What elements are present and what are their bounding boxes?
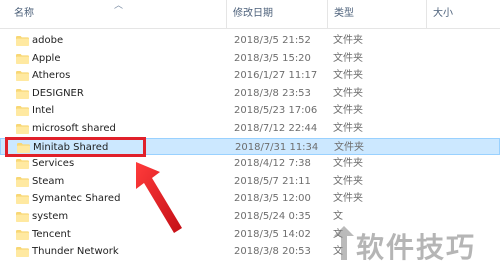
file-type: 文件夹 (333, 105, 363, 117)
folder-icon (16, 106, 29, 117)
list-item[interactable]: Atheros 2016/1/27 11:17 文件夹 (0, 67, 500, 85)
file-date: 2016/1/27 11:17 (234, 70, 318, 82)
file-name: microsoft shared (32, 122, 116, 134)
list-item[interactable]: system 2018/5/24 0:35 文 (0, 208, 500, 226)
file-date: 2018/5/24 0:35 (234, 210, 311, 222)
list-item[interactable]: adobe 2018/3/5 21:52 文件夹 (0, 32, 500, 50)
file-name: system (32, 210, 69, 222)
file-name: DESIGNER (32, 87, 84, 99)
file-name: Steam (32, 175, 65, 187)
file-explorer-window: ︿ 名称 修改日期 类型 大小 adobe 2018/3/5 21:52 文件夹… (0, 0, 500, 279)
file-date: 2018/3/8 23:53 (234, 87, 311, 99)
file-date: 2018/7/12 22:44 (234, 122, 318, 134)
column-divider[interactable] (226, 0, 227, 28)
list-item[interactable]: Apple 2018/3/5 15:20 文件夹 (0, 50, 500, 68)
list-item[interactable]: DESIGNER 2018/3/8 23:53 文件夹 (0, 85, 500, 103)
folder-icon (16, 159, 29, 170)
column-header-bar: ︿ 名称 修改日期 类型 大小 (0, 0, 500, 29)
file-date: 2018/3/5 15:20 (234, 52, 311, 64)
file-name: Symantec Shared (32, 193, 121, 205)
file-date: 2018/4/12 7:38 (234, 158, 311, 170)
file-type: 文件夹 (333, 35, 363, 46)
folder-icon (16, 176, 29, 187)
column-divider[interactable] (327, 0, 328, 28)
column-header-name[interactable]: 名称 (14, 0, 34, 28)
column-header-type[interactable]: 类型 (334, 0, 354, 28)
file-type: 文件夹 (333, 193, 363, 205)
file-type: 文件夹 (333, 175, 363, 187)
folder-icon (16, 229, 29, 240)
folder-icon (16, 71, 29, 82)
file-name: Apple (32, 52, 61, 64)
watermark-text: 软件技巧 (356, 231, 477, 264)
column-header-date[interactable]: 修改日期 (233, 0, 273, 28)
file-type: 文件夹 (333, 52, 363, 64)
file-date: 2018/3/8 20:53 (234, 246, 311, 258)
file-name: Tencent (32, 228, 71, 240)
file-type: 文件夹 (333, 158, 363, 170)
list-item[interactable]: microsoft shared 2018/7/12 22:44 文件夹 (0, 120, 500, 138)
folder-icon (16, 123, 29, 134)
file-type: 文件夹 (334, 141, 364, 153)
file-name: Thunder Network (32, 246, 119, 258)
folder-icon (16, 211, 29, 222)
list-item[interactable]: Intel 2018/5/23 17:06 文件夹 (0, 102, 500, 120)
file-type: 文件夹 (333, 122, 363, 134)
folder-icon (16, 36, 29, 46)
list-item[interactable]: Steam 2018/5/7 21:11 文件夹 (0, 173, 500, 191)
folder-icon (16, 53, 29, 64)
file-name: adobe (32, 35, 64, 46)
file-date: 2018/3/5 14:02 (234, 228, 311, 240)
watermark-logo-icon (334, 226, 354, 260)
file-name: Atheros (32, 70, 71, 82)
file-date: 2018/3/5 12:00 (234, 193, 311, 205)
column-divider[interactable] (426, 0, 427, 28)
file-name: Intel (32, 105, 55, 117)
folder-icon (16, 88, 29, 99)
file-date: 2018/7/31 11:34 (235, 141, 319, 153)
annotation-highlight-box (5, 137, 146, 157)
folder-icon (16, 194, 29, 205)
file-date: 2018/5/7 21:11 (234, 175, 311, 187)
list-item[interactable]: Services 2018/4/12 7:38 文件夹 (0, 155, 500, 173)
annotation-arrow-icon (136, 162, 182, 233)
file-type: 文件夹 (333, 70, 363, 82)
column-header-size[interactable]: 大小 (433, 0, 453, 28)
sort-ascending-icon: ︿ (114, 1, 124, 11)
file-date: 2018/5/23 17:06 (234, 105, 318, 117)
file-type: 文 (333, 210, 343, 222)
list-item[interactable]: Symantec Shared 2018/3/5 12:00 文件夹 (0, 190, 500, 208)
file-date: 2018/3/5 21:52 (234, 35, 311, 46)
folder-icon (16, 247, 29, 258)
file-type: 文件夹 (333, 87, 363, 99)
file-name: Services (32, 158, 75, 170)
